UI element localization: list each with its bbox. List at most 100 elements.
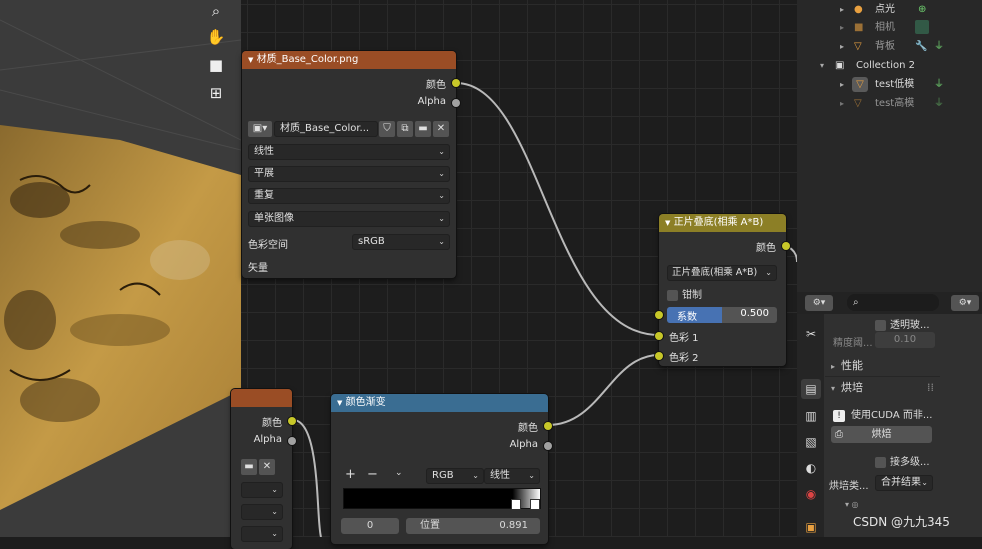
mix-multiply-node[interactable]: ▼ 正片叠底(相乘 A*B) 颜色 正片叠底(相乘 A*B) ⌄ 钳制 系数 0.…: [655, 214, 790, 366]
grid-icon[interactable]: ⊞: [205, 82, 227, 104]
dropdown[interactable]: ⌄: [241, 504, 283, 520]
node-header[interactable]: ▼ 颜色渐变: [331, 394, 548, 412]
outliner-item-collection2[interactable]: ▾ ▣ Collection 2: [797, 56, 982, 75]
output-alpha-socket[interactable]: [544, 442, 552, 450]
remove-stop-button[interactable]: −: [367, 467, 378, 482]
duplicate-icon[interactable]: ⧉: [397, 121, 413, 137]
hand-icon[interactable]: ✋: [205, 26, 227, 48]
bake-type-dropdown[interactable]: 合并结果 ⌄: [875, 475, 933, 491]
interpolation-dropdown[interactable]: 线性 ⌄: [484, 468, 540, 484]
gradient-stop[interactable]: [530, 499, 540, 510]
image-texture-node[interactable]: ▼ 材质_Base_Color.png 颜色 Alpha ▣▾ 材质_Base_…: [242, 51, 460, 278]
outliner-item-light[interactable]: ▸ ● 点光 ⊕: [797, 0, 982, 19]
chevron-down-icon: ⌄: [438, 147, 445, 156]
color1-input-socket[interactable]: [655, 332, 663, 340]
camera-data-icon: [915, 20, 929, 34]
position-field[interactable]: 位置 0.891: [406, 518, 540, 534]
output-color-socket[interactable]: [782, 242, 790, 250]
properties-tabs: ✂ ▤ ▥ ▧ ◐ ◉ ▣: [797, 314, 824, 537]
projection-dropdown[interactable]: 平展 ⌄: [248, 166, 450, 182]
properties-panel[interactable]: ⚙▾ ⌕ ⚙▾ ✂ ▤ ▥ ▧ ◐ ◉ ▣ 透明玻... 精度阈... 0.10…: [797, 292, 982, 537]
output-color-label: 颜色: [756, 243, 776, 254]
chevron-down-icon: ⌄: [438, 214, 445, 223]
precision-label: 精度阈...: [833, 338, 873, 349]
chevron-down-icon: ⌄: [472, 471, 479, 480]
tool-icon[interactable]: ✂: [801, 324, 821, 344]
outliner-item-backplate[interactable]: ▸ ▽ 背板 🔧 ⏚: [797, 37, 982, 56]
output-alpha-socket[interactable]: [452, 99, 460, 107]
color-ramp-node[interactable]: ▼ 颜色渐变 颜色 Alpha + − ⌄ RGB ⌄ 线性 ⌄ 0 位置 0.89…: [331, 394, 552, 544]
3d-viewport[interactable]: ⌕ ✋ ■ ⊞: [0, 0, 241, 537]
camera-icon[interactable]: ■: [205, 54, 227, 76]
object-icon[interactable]: ▣: [801, 517, 821, 537]
outliner[interactable]: ▸ ● 点光 ⊕ ▸ ■ 相机 ▸ ▽ 背板 🔧 ⏚ ▾ ▣ Collectio…: [797, 0, 982, 292]
add-stop-button[interactable]: +: [345, 467, 356, 482]
close-icon[interactable]: ✕: [433, 121, 449, 137]
outliner-item-lowpoly[interactable]: ▸ ▽ test低模 ⏚: [797, 75, 982, 94]
dropdown[interactable]: ⌄: [241, 526, 283, 542]
partial-texture-node[interactable]: 颜色 Alpha ▬ ✕ ⌄ ⌄ ⌄: [231, 389, 296, 549]
link-image-to-color1: [455, 82, 660, 336]
open-folder-icon[interactable]: ▬: [241, 459, 257, 475]
color2-input-socket[interactable]: [655, 352, 663, 360]
stop-index-field[interactable]: 0: [341, 518, 399, 534]
scene-icon[interactable]: ◐: [801, 458, 821, 478]
image-browse-icon[interactable]: ▣▾: [248, 121, 272, 137]
factor-slider[interactable]: 系数 0.500: [667, 307, 777, 323]
subpanel-expand-icon[interactable]: ▾ ◎: [845, 500, 859, 509]
colorspace-dropdown[interactable]: sRGB ⌄: [352, 234, 450, 250]
dropdown[interactable]: ⌄: [241, 482, 283, 498]
open-folder-icon[interactable]: ▬: [415, 121, 431, 137]
properties-content: 透明玻... 精度阈... 0.10 ▸ 性能 ▾ 烘培 ⁞⁞ ! 使用CUDA 而非.…: [825, 314, 982, 537]
color-mode-dropdown[interactable]: RGB ⌄: [426, 468, 484, 484]
close-icon[interactable]: ✕: [259, 459, 275, 475]
outliner-item-camera[interactable]: ▸ ■ 相机: [797, 18, 982, 37]
chevron-down-icon[interactable]: ⌄: [395, 468, 403, 478]
editor-type-icon[interactable]: ⚙▾: [805, 295, 833, 311]
chevron-down-icon: ⌄: [921, 478, 928, 487]
material-icon: ⏚: [934, 41, 944, 52]
image-name-field[interactable]: 材质_Base_Color...: [274, 121, 378, 137]
output-color-socket[interactable]: [288, 417, 296, 425]
output-alpha-socket[interactable]: [288, 437, 296, 445]
output-color-socket[interactable]: [544, 422, 552, 430]
node-editor[interactable]: ▼ 材质_Base_Color.png 颜色 Alpha ▣▾ 材质_Base_…: [231, 0, 797, 549]
blend-mode-dropdown[interactable]: 正片叠底(相乘 A*B) ⌄: [667, 265, 777, 281]
search-icon[interactable]: ⌕: [847, 294, 939, 311]
editor-type-icon[interactable]: ⚙▾: [951, 295, 979, 311]
chevron-down-icon: ⌄: [528, 471, 535, 480]
material-icon: ⏚: [934, 79, 944, 90]
output-icon[interactable]: ▥: [801, 406, 821, 426]
material-icon: ⏚: [934, 98, 944, 109]
zoom-icon[interactable]: ⌕: [205, 0, 227, 22]
source-dropdown[interactable]: 单张图像 ⌄: [248, 211, 450, 227]
extension-dropdown[interactable]: 重复 ⌄: [248, 188, 450, 204]
gradient-bar[interactable]: [344, 489, 540, 510]
collection-icon: ▣: [835, 60, 845, 71]
bake-button[interactable]: ⎙ 烘焙: [831, 426, 932, 443]
precision-field[interactable]: 0.10: [875, 332, 935, 348]
render-icon[interactable]: ▤: [801, 379, 821, 399]
output-color-label: 颜色: [518, 423, 538, 434]
node-header[interactable]: ▼ 材质_Base_Color.png: [242, 51, 456, 69]
fake-user-shield-icon[interactable]: ⛉: [379, 121, 395, 137]
outliner-item-highpoly[interactable]: ▸ ▽ test高模 ⏚: [797, 94, 982, 113]
view-layer-icon[interactable]: ▧: [801, 432, 821, 452]
world-icon[interactable]: ◉: [801, 484, 821, 504]
interpolation-dropdown[interactable]: 线性 ⌄: [248, 144, 450, 160]
transparent-glass-checkbox[interactable]: 透明玻...: [875, 316, 930, 331]
color2-label: 色彩 2: [669, 353, 699, 364]
chevron-down-icon: ⌄: [271, 529, 278, 538]
bake-panel-header[interactable]: ▾ 烘培 ⁞⁞: [825, 378, 940, 398]
gradient-stop-active[interactable]: [511, 499, 521, 510]
multires-checkbox[interactable]: 接多级...: [875, 453, 930, 468]
node-header[interactable]: ▼ 正片叠底(相乘 A*B): [659, 214, 786, 232]
performance-panel-header[interactable]: ▸ 性能: [825, 356, 940, 377]
factor-input-socket[interactable]: [655, 311, 663, 319]
clamp-checkbox[interactable]: 钳制: [667, 286, 702, 301]
color1-label: 色彩 1: [669, 333, 699, 344]
chevron-down-icon: ⌄: [438, 191, 445, 200]
chevron-down-icon: ⌄: [438, 237, 445, 246]
node-header[interactable]: [231, 389, 292, 407]
output-color-socket[interactable]: [452, 79, 460, 87]
